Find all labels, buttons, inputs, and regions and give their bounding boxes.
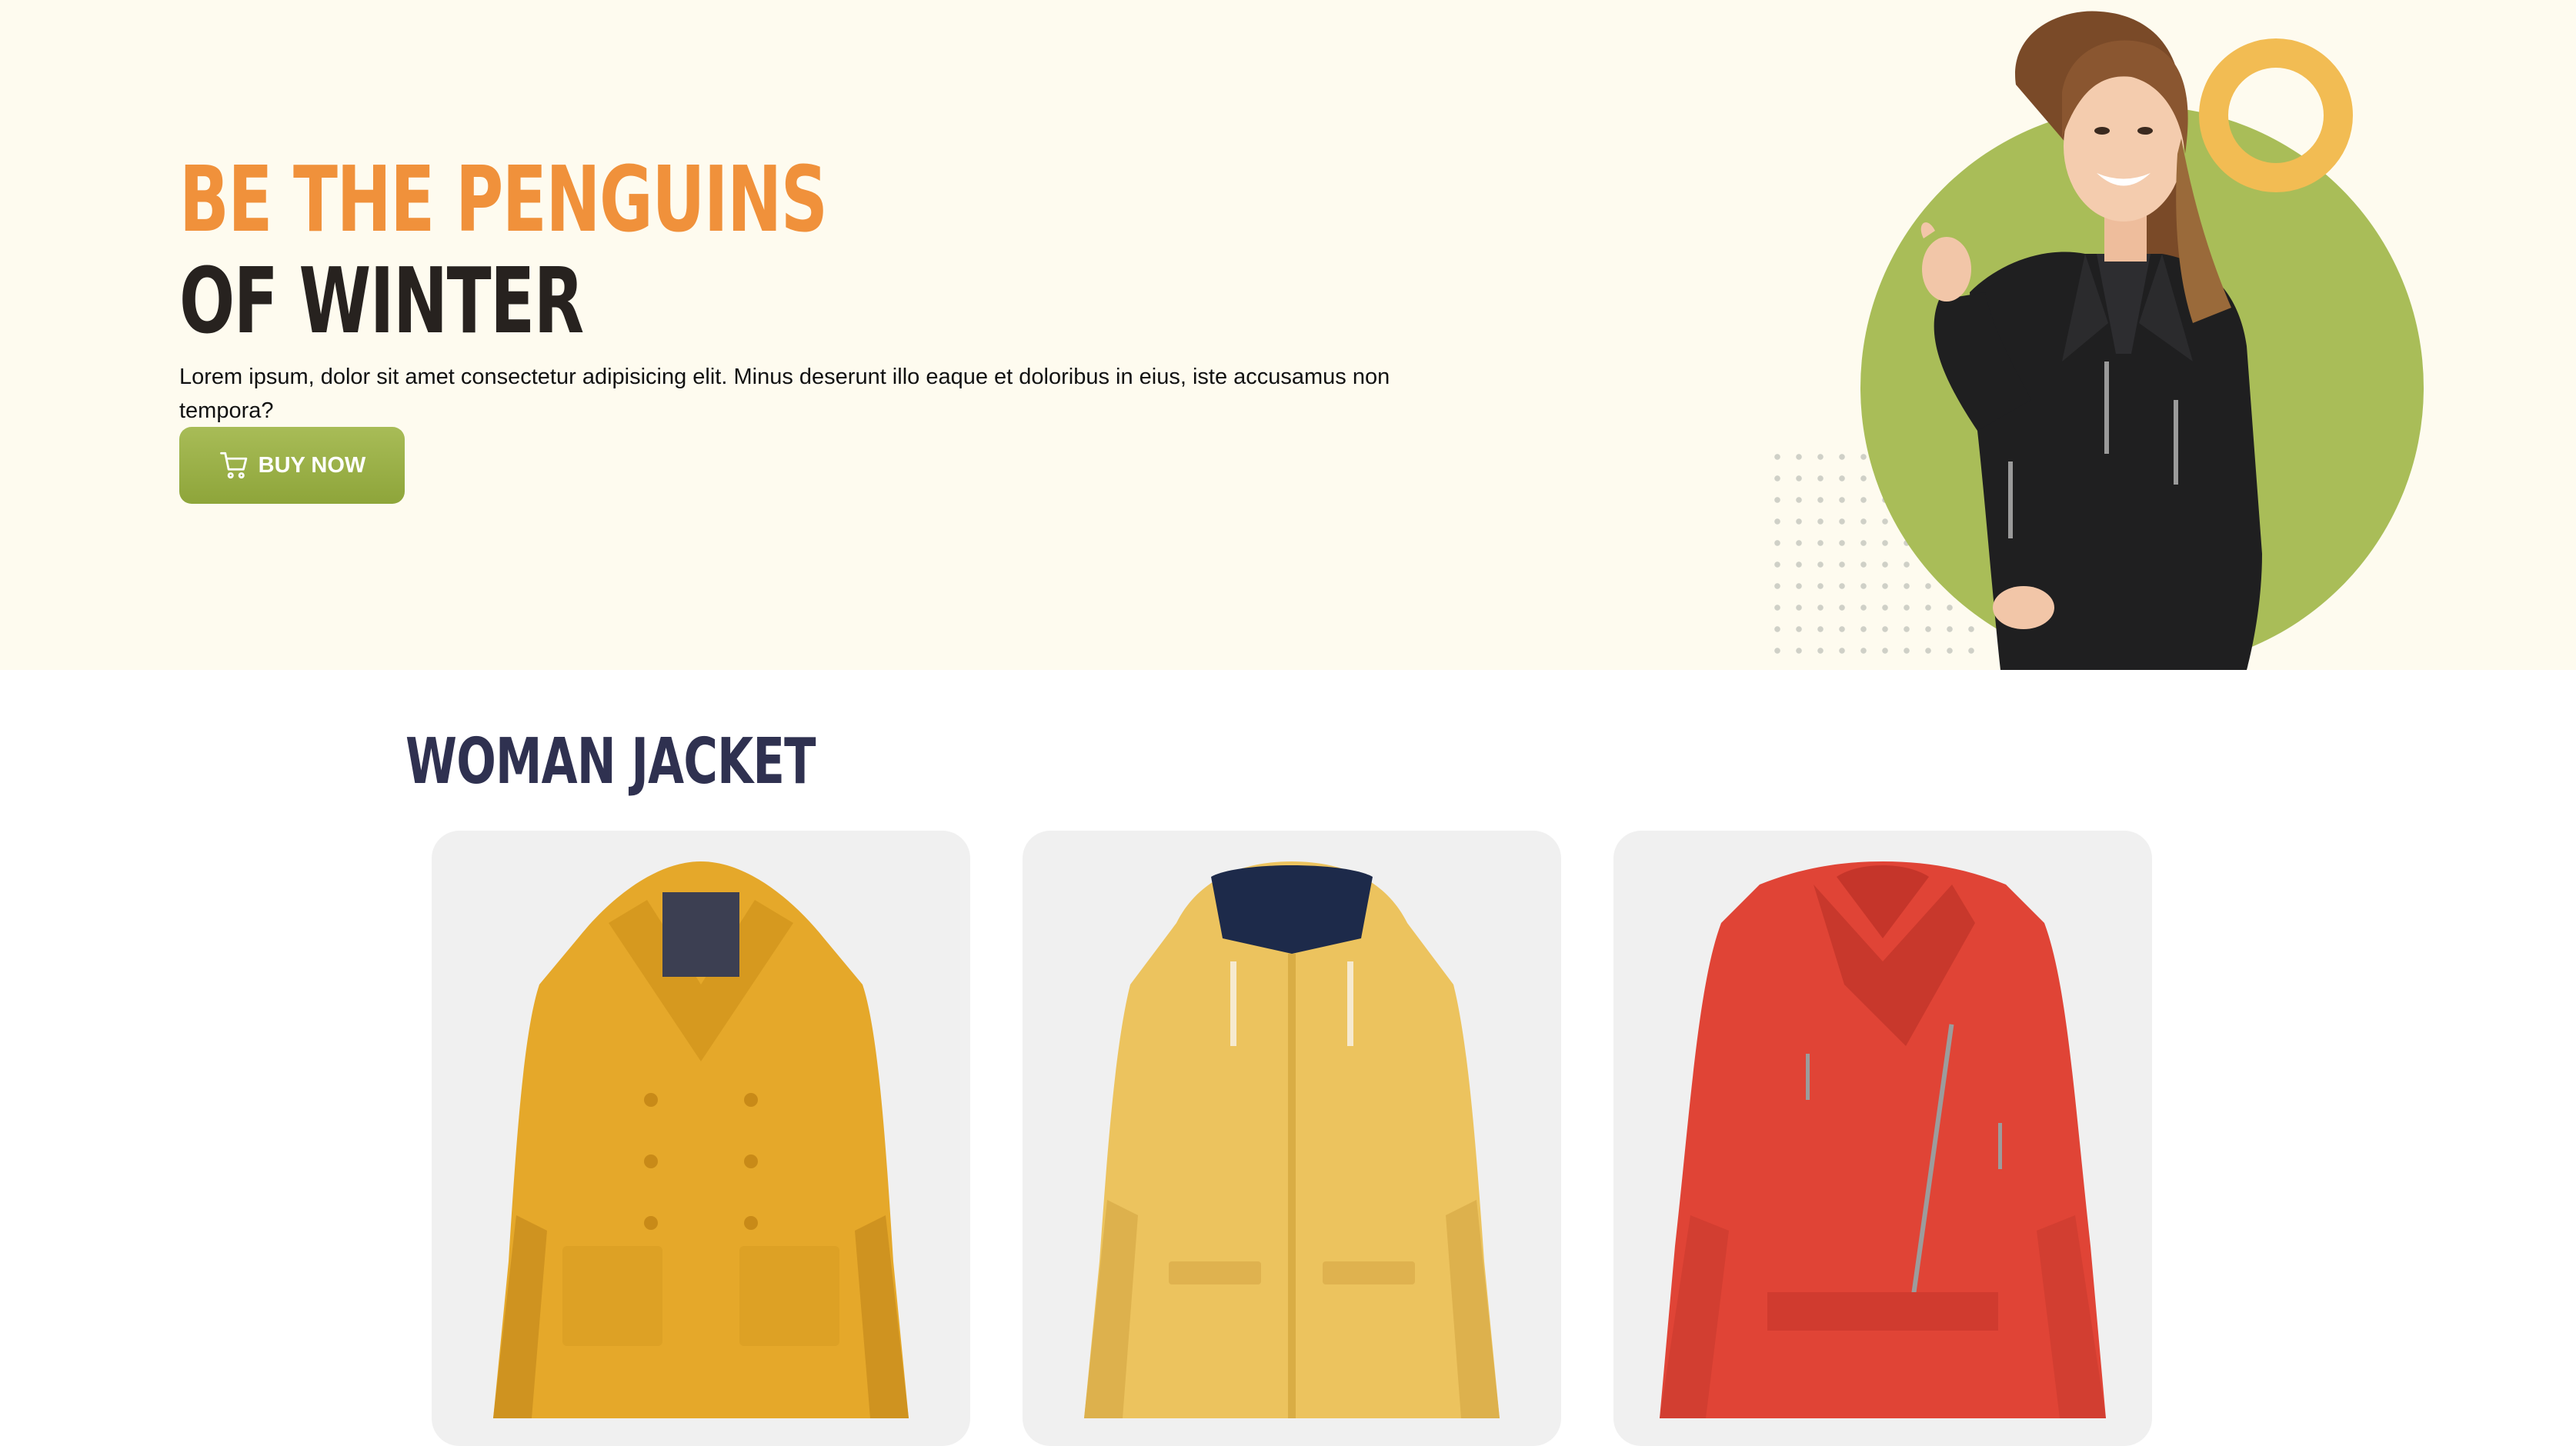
hero-description: Lorem ipsum, dolor sit amet consectetur … — [179, 365, 1390, 423]
hero-banner: BE THE PENGUINS OF WINTER Lorem ipsum, d… — [0, 0, 2576, 670]
red-leather-biker-jacket-image — [1660, 861, 2106, 1418]
hero-title-line2: OF WINTER — [179, 248, 584, 354]
yellow-wool-coat-image — [493, 861, 909, 1418]
buy-now-label: BUY NOW — [258, 452, 366, 478]
yellow-hooded-raincoat-image — [1084, 861, 1500, 1418]
product-card[interactable] — [432, 831, 970, 1446]
product-card[interactable] — [1613, 831, 2152, 1446]
buy-now-button[interactable]: BUY NOW — [179, 427, 405, 504]
hero-title: BE THE PENGUINS OF WINTER — [179, 146, 828, 354]
product-card[interactable] — [1023, 831, 1561, 1446]
model-image — [1920, 11, 2262, 670]
cart-icon — [219, 451, 247, 479]
hero-title-line1: BE THE PENGUINS — [179, 146, 828, 252]
section-title: WOMAN JACKET — [405, 725, 816, 798]
